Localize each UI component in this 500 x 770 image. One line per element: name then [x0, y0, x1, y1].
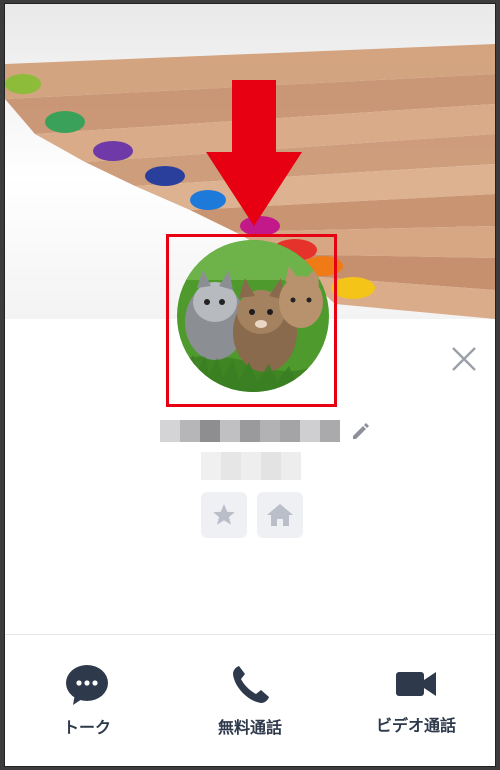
- video-call-label: ビデオ通話: [375, 716, 456, 735]
- pencil-icon[interactable]: [350, 420, 372, 442]
- talk-label: トーク: [62, 718, 111, 737]
- down-arrow-annotation: [204, 80, 304, 234]
- free-call-label: 無料通話: [217, 718, 282, 737]
- close-icon: [452, 347, 476, 371]
- actions-divider: [5, 634, 495, 635]
- arrow-down-icon: [206, 80, 302, 226]
- free-call-button[interactable]: 無料通話: [190, 664, 310, 738]
- favorite-button[interactable]: [201, 492, 247, 538]
- redacted-name: [160, 420, 340, 442]
- avatar-highlight-box: [166, 234, 337, 407]
- close-button[interactable]: [450, 345, 478, 373]
- talk-button[interactable]: トーク: [27, 664, 147, 738]
- video-camera-icon: [396, 672, 436, 696]
- redacted-status-message: [201, 452, 301, 480]
- profile-name-row: [160, 418, 372, 444]
- home-icon: [267, 504, 293, 526]
- phone-icon: [233, 666, 269, 703]
- video-call-button[interactable]: ビデオ通話: [356, 664, 476, 736]
- profile-popup: トーク 無料通話 ビデオ通話: [5, 4, 495, 766]
- chat-bubble-icon: [66, 665, 108, 705]
- home-button[interactable]: [257, 492, 303, 538]
- star-icon: [213, 504, 235, 525]
